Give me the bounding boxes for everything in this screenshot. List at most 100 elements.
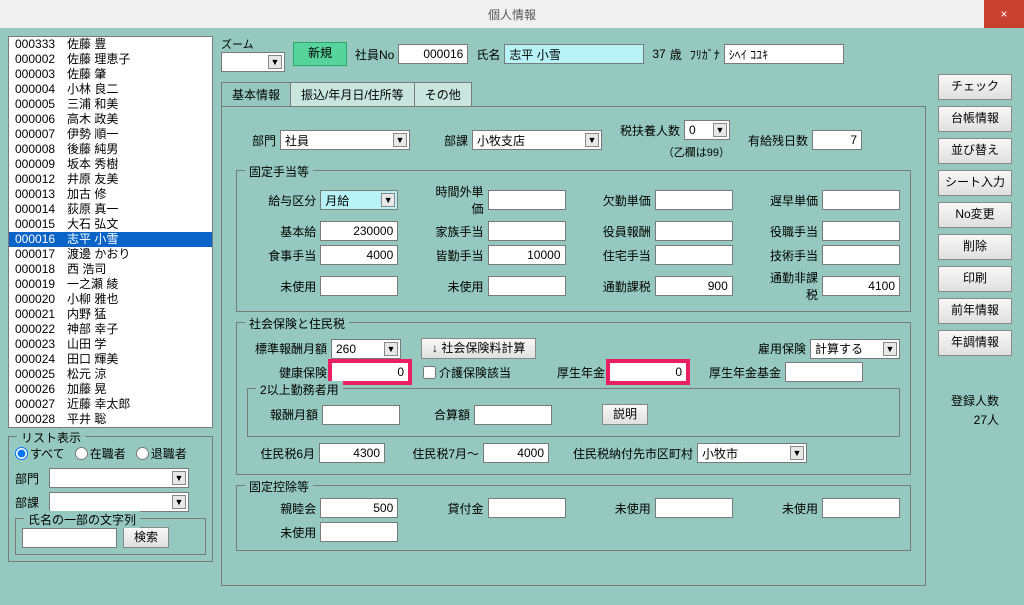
- list-item[interactable]: 000012井原 友美: [9, 172, 212, 187]
- paytype-select[interactable]: 月給▼: [320, 190, 398, 210]
- filter-retired[interactable]: 退職者: [136, 445, 187, 462]
- list-item[interactable]: 000025松元 涼: [9, 367, 212, 382]
- list-item[interactable]: 000018西 浩司: [9, 262, 212, 277]
- unused-ded-2[interactable]: [822, 498, 900, 518]
- list-item[interactable]: 000026加藤 晃: [9, 382, 212, 397]
- list-item[interactable]: 000333佐藤 豊: [9, 37, 212, 52]
- explain-button[interactable]: 説明: [602, 404, 648, 425]
- multi-total-field[interactable]: [474, 405, 552, 425]
- sect-select[interactable]: 小牧支店▼: [472, 130, 602, 150]
- std-monthly-select[interactable]: 260▼: [331, 339, 401, 359]
- emp-no-field[interactable]: 000016: [398, 44, 468, 64]
- list-item[interactable]: 000015大石 弘文: [9, 217, 212, 232]
- dept-select[interactable]: 社員▼: [280, 130, 410, 150]
- list-item[interactable]: 000007伊勢 順一: [9, 127, 212, 142]
- list-item[interactable]: 000002佐藤 理恵子: [9, 52, 212, 67]
- list-item[interactable]: 000022神部 幸子: [9, 322, 212, 337]
- unused-ded-3[interactable]: [320, 522, 398, 542]
- zoom-select[interactable]: ▼: [221, 52, 285, 72]
- chevron-down-icon: ▼: [381, 193, 395, 207]
- calc-insurance-button[interactable]: ↓ 社会保険料計算: [421, 338, 536, 359]
- list-item[interactable]: 000013加古 修: [9, 187, 212, 202]
- officer-pay-field[interactable]: [655, 221, 733, 241]
- close-button[interactable]: ×: [984, 0, 1024, 28]
- side-button[interactable]: 並び替え: [938, 138, 1012, 164]
- titlebar: 個人情報 ×: [0, 0, 1024, 28]
- filter-active[interactable]: 在職者: [75, 445, 126, 462]
- list-item[interactable]: 000029山本 一郎: [9, 427, 212, 428]
- filter-dept-select[interactable]: ▼: [49, 468, 189, 488]
- list-item[interactable]: 000021内野 猛: [9, 307, 212, 322]
- list-item[interactable]: 000004小林 良二: [9, 82, 212, 97]
- commute-tax-field[interactable]: 900: [655, 276, 733, 296]
- tab-other[interactable]: その他: [414, 82, 472, 106]
- pension-fund-field[interactable]: [785, 362, 863, 382]
- shinboku-field[interactable]: 500: [320, 498, 398, 518]
- family-allow-field[interactable]: [488, 221, 566, 241]
- filter-all[interactable]: すべて: [15, 445, 65, 462]
- side-button[interactable]: シート入力: [938, 170, 1012, 196]
- commute-notax-field[interactable]: 4100: [822, 276, 900, 296]
- base-pay-field[interactable]: 230000: [320, 221, 398, 241]
- list-item[interactable]: 000017渡邊 かおり: [9, 247, 212, 262]
- attendance-allow-field[interactable]: 10000: [488, 245, 566, 265]
- chevron-down-icon: ▼: [713, 123, 727, 137]
- list-item[interactable]: 000019一之瀬 綾: [9, 277, 212, 292]
- unused-ded-1[interactable]: [655, 498, 733, 518]
- absence-rate-field[interactable]: [655, 190, 733, 210]
- list-item[interactable]: 000016志平 小雪: [9, 232, 212, 247]
- tab-basic[interactable]: 基本情報: [221, 82, 291, 106]
- name-search-input[interactable]: [22, 528, 117, 548]
- paid-leave-field[interactable]: 7: [812, 130, 862, 150]
- filter-sect-select[interactable]: ▼: [49, 492, 189, 512]
- list-item[interactable]: 000020小柳 雅也: [9, 292, 212, 307]
- emp-insurance-select[interactable]: 計算する▼: [810, 339, 900, 359]
- kana-field[interactable]: ｼﾍｲ ｺﾕｷ: [724, 44, 844, 64]
- list-item[interactable]: 000003佐藤 肇: [9, 67, 212, 82]
- side-button[interactable]: 台帳情報: [938, 106, 1012, 132]
- tab-body: 部門社員▼ 部課小牧支店▼ 税扶養人数0▼ （乙欄は99） 有給残日数7 固定手…: [221, 106, 926, 586]
- housing-allow-field[interactable]: [655, 245, 733, 265]
- employee-listbox[interactable]: 000333佐藤 豊000002佐藤 理恵子000003佐藤 肇000004小林…: [8, 36, 213, 428]
- search-button[interactable]: 検索: [123, 527, 169, 548]
- list-item[interactable]: 000024田口 輝美: [9, 352, 212, 367]
- side-button[interactable]: 印刷: [938, 266, 1012, 292]
- list-item[interactable]: 000023山田 学: [9, 337, 212, 352]
- list-item[interactable]: 000008後藤 純男: [9, 142, 212, 157]
- dependents-select[interactable]: 0▼: [684, 120, 730, 140]
- list-item[interactable]: 000014荻原 真一: [9, 202, 212, 217]
- res-city-select[interactable]: 小牧市▼: [697, 443, 807, 463]
- tech-allow-field[interactable]: [822, 245, 900, 265]
- health-insurance-field[interactable]: 0: [331, 362, 409, 382]
- unused-allow-2[interactable]: [488, 276, 566, 296]
- loan-field[interactable]: [488, 498, 566, 518]
- meal-allow-field[interactable]: 4000: [320, 245, 398, 265]
- list-item[interactable]: 000006高木 政美: [9, 112, 212, 127]
- list-item[interactable]: 000005三浦 和美: [9, 97, 212, 112]
- nursing-care-checkbox[interactable]: 介護保険該当: [423, 364, 511, 381]
- pension-field[interactable]: 0: [609, 362, 687, 382]
- position-allow-field[interactable]: [822, 221, 900, 241]
- chevron-down-icon: ▼: [883, 342, 897, 356]
- list-item[interactable]: 000027近藤 幸太郎: [9, 397, 212, 412]
- chevron-down-icon: ▼: [268, 55, 282, 69]
- ot-rate-field[interactable]: [488, 190, 566, 210]
- side-button[interactable]: 削除: [938, 234, 1012, 260]
- res-tax-7-field[interactable]: 4000: [483, 443, 549, 463]
- res-tax-6-field[interactable]: 4300: [319, 443, 385, 463]
- fixed-deductions-group: 固定控除等 親睦会500 貸付金 未使用 未使用 未使用: [236, 485, 911, 551]
- emp-name-field[interactable]: 志平 小雪: [504, 44, 644, 64]
- social-insurance-group: 社会保険と住民税 標準報酬月額260▼ ↓ 社会保険料計算 雇用保険計算する▼ …: [236, 322, 911, 475]
- late-rate-field[interactable]: [822, 190, 900, 210]
- list-item[interactable]: 000028平井 聡: [9, 412, 212, 427]
- unused-allow-1[interactable]: [320, 276, 398, 296]
- side-button[interactable]: No変更: [938, 202, 1012, 228]
- side-button[interactable]: 前年情報: [938, 298, 1012, 324]
- side-button[interactable]: 年調情報: [938, 330, 1012, 356]
- tab-transfer[interactable]: 振込/年月日/住所等: [290, 82, 415, 106]
- side-button[interactable]: チェック: [938, 74, 1012, 100]
- new-button[interactable]: 新規: [293, 42, 347, 65]
- multi-monthly-field[interactable]: [322, 405, 400, 425]
- chevron-down-icon: ▼: [172, 471, 186, 485]
- list-item[interactable]: 000009坂本 秀樹: [9, 157, 212, 172]
